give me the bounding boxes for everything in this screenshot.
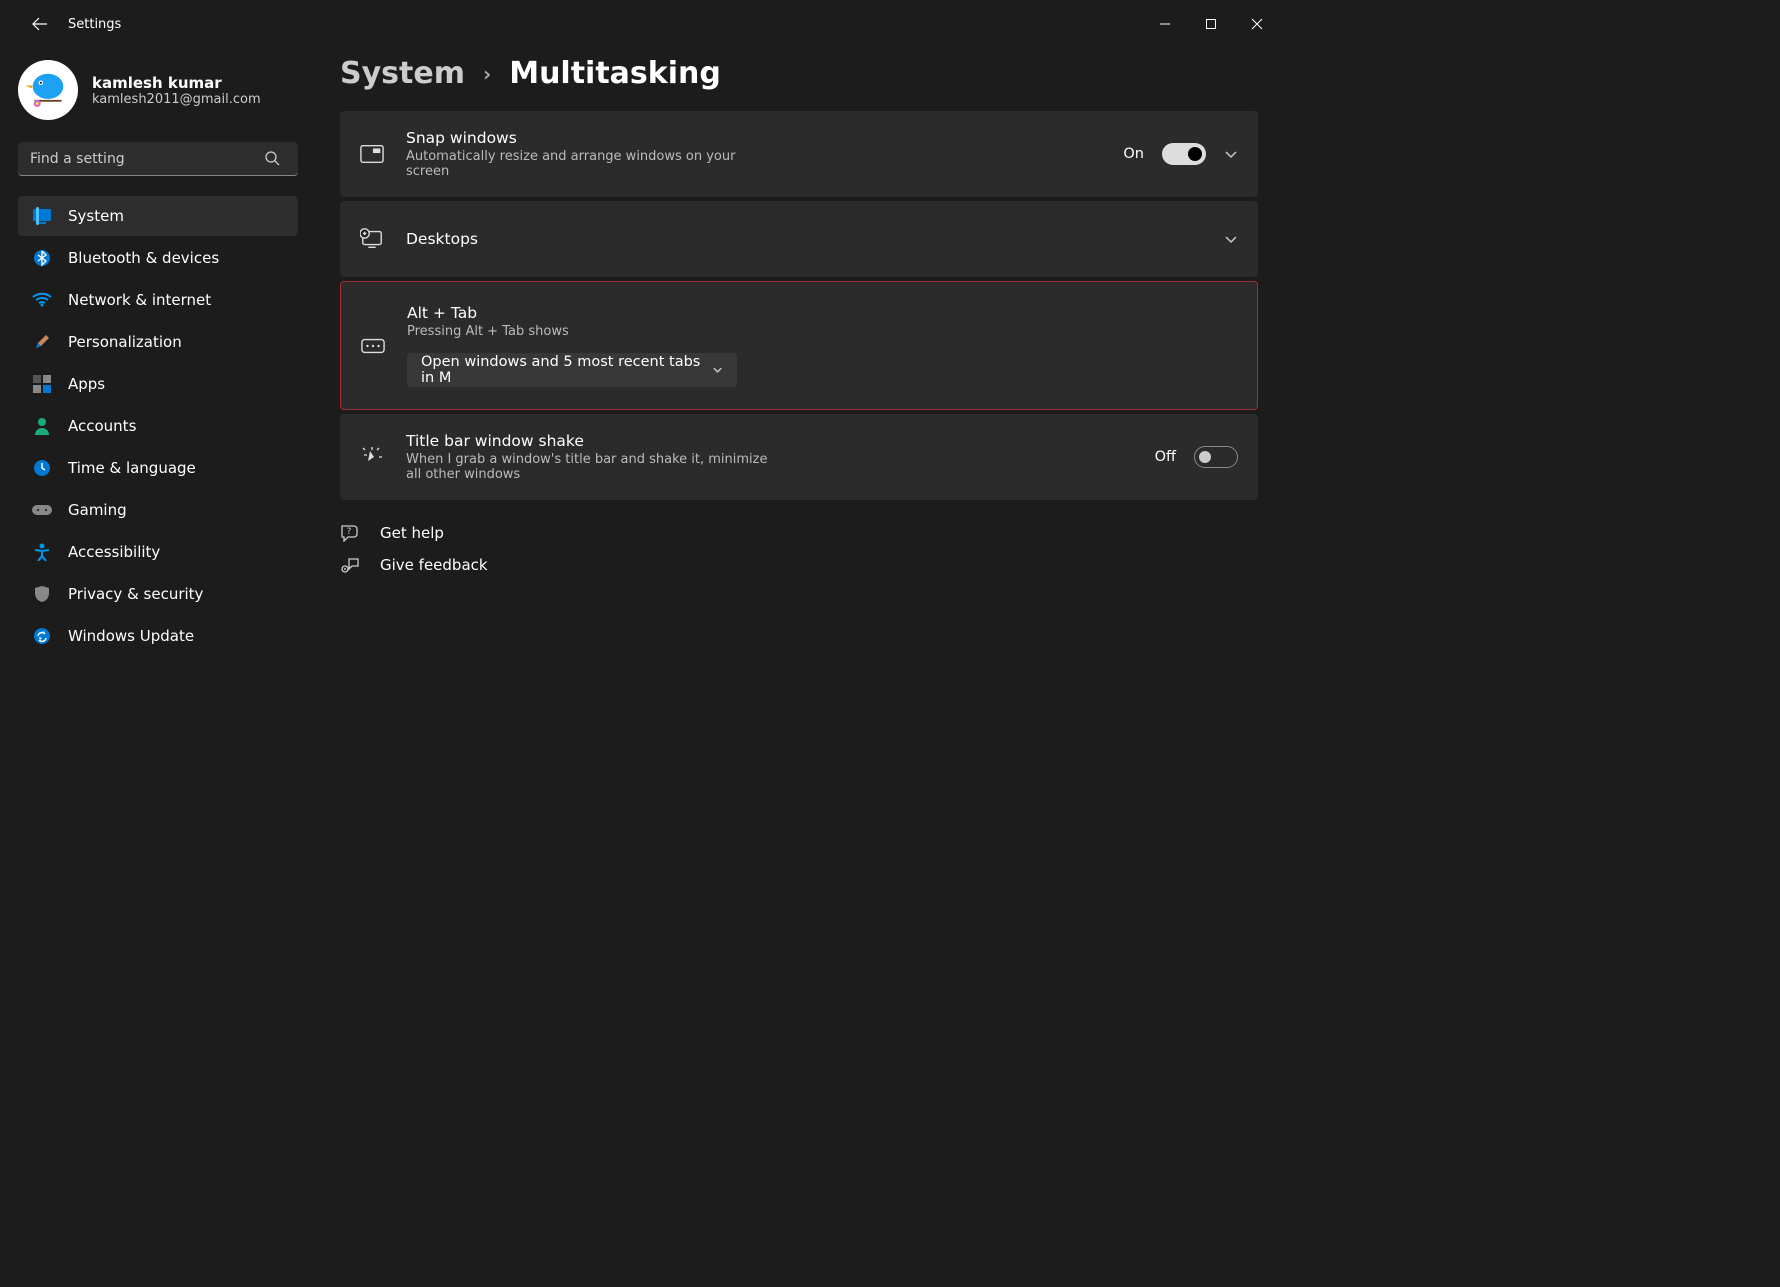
nav-label: Network & internet xyxy=(68,291,211,309)
alttab-icon xyxy=(361,334,385,358)
nav-label: Personalization xyxy=(68,333,182,351)
snap-windows-card[interactable]: Snap windows Automatically resize and ar… xyxy=(340,111,1258,197)
maximize-icon xyxy=(1205,18,1217,30)
title-shake-card[interactable]: Title bar window shake When I grab a win… xyxy=(340,414,1258,500)
snap-icon xyxy=(360,142,384,166)
search-box[interactable] xyxy=(18,142,298,176)
apps-icon xyxy=(32,374,52,394)
card-desc: Automatically resize and arrange windows… xyxy=(406,149,766,179)
app-title: Settings xyxy=(68,17,121,32)
nav-list: System Bluetooth & devices Network & int… xyxy=(18,196,298,656)
nav-label: Accessibility xyxy=(68,543,160,561)
display-icon xyxy=(32,206,52,226)
give-feedback-link[interactable]: Give feedback xyxy=(340,556,1258,574)
svg-text:?: ? xyxy=(347,527,352,537)
sidebar-item-bluetooth[interactable]: Bluetooth & devices xyxy=(18,238,298,278)
nav-label: Windows Update xyxy=(68,627,194,645)
sidebar-item-system[interactable]: System xyxy=(18,196,298,236)
nav-label: Time & language xyxy=(68,459,196,477)
alttab-select[interactable]: Open windows and 5 most recent tabs in M xyxy=(407,353,737,387)
nav-label: Apps xyxy=(68,375,105,393)
nav-label: Accounts xyxy=(68,417,136,435)
gamepad-icon xyxy=(32,500,52,520)
search-input[interactable] xyxy=(18,142,298,176)
bluetooth-icon xyxy=(32,248,52,268)
get-help-link[interactable]: ? Get help xyxy=(340,524,1258,542)
help-icon: ? xyxy=(340,524,360,542)
chevron-down-icon[interactable] xyxy=(1224,232,1238,246)
nav-label: Bluetooth & devices xyxy=(68,249,219,267)
shake-icon xyxy=(360,445,384,469)
select-value: Open windows and 5 most recent tabs in M xyxy=(421,354,712,386)
card-title: Alt + Tab xyxy=(407,304,1237,322)
sidebar-item-update[interactable]: Windows Update xyxy=(18,616,298,656)
card-title: Desktops xyxy=(406,230,1202,248)
feedback-icon xyxy=(340,556,360,574)
card-desc: Pressing Alt + Tab shows xyxy=(407,324,1237,339)
chevron-right-icon: › xyxy=(483,62,491,86)
link-label: Get help xyxy=(380,524,444,542)
desktops-card[interactable]: Desktops xyxy=(340,201,1258,277)
main-panel: System › Multitasking Snap windows Autom… xyxy=(310,48,1280,928)
wifi-icon xyxy=(32,290,52,310)
clock-icon xyxy=(32,458,52,478)
breadcrumb-current: Multitasking xyxy=(509,56,721,91)
card-title: Snap windows xyxy=(406,129,1101,147)
nav-label: Privacy & security xyxy=(68,585,203,603)
alt-tab-card[interactable]: Alt + Tab Pressing Alt + Tab shows Open … xyxy=(340,281,1258,410)
maximize-button[interactable] xyxy=(1188,8,1234,40)
minimize-icon xyxy=(1159,18,1171,30)
sidebar-item-gaming[interactable]: Gaming xyxy=(18,490,298,530)
sidebar-item-time[interactable]: Time & language xyxy=(18,448,298,488)
titlebar: Settings xyxy=(0,0,1280,48)
sidebar-item-accessibility[interactable]: Accessibility xyxy=(18,532,298,572)
desktops-icon xyxy=(360,227,384,251)
nav-label: System xyxy=(68,207,124,225)
breadcrumb: System › Multitasking xyxy=(340,56,1258,91)
card-title: Title bar window shake xyxy=(406,432,1133,450)
sidebar: kamlesh kumar kamlesh2011@gmail.com Syst… xyxy=(0,48,310,928)
nav-label: Gaming xyxy=(68,501,127,519)
back-button[interactable] xyxy=(20,4,60,44)
sidebar-item-network[interactable]: Network & internet xyxy=(18,280,298,320)
sidebar-item-accounts[interactable]: Accounts xyxy=(18,406,298,446)
chevron-down-icon xyxy=(712,364,723,376)
update-icon xyxy=(32,626,52,646)
card-desc: When I grab a window's title bar and sha… xyxy=(406,452,786,482)
profile-name: kamlesh kumar xyxy=(92,74,261,92)
breadcrumb-parent[interactable]: System xyxy=(340,56,465,91)
brush-icon xyxy=(32,332,52,352)
toggle-state-text: On xyxy=(1123,146,1144,162)
avatar xyxy=(18,60,78,120)
sidebar-item-privacy[interactable]: Privacy & security xyxy=(18,574,298,614)
snap-toggle[interactable] xyxy=(1162,143,1206,165)
sidebar-item-personalization[interactable]: Personalization xyxy=(18,322,298,362)
shake-toggle[interactable] xyxy=(1194,446,1238,468)
close-icon xyxy=(1251,18,1263,30)
minimize-button[interactable] xyxy=(1142,8,1188,40)
chevron-down-icon[interactable] xyxy=(1224,147,1238,161)
arrow-left-icon xyxy=(32,16,48,32)
profile-block[interactable]: kamlesh kumar kamlesh2011@gmail.com xyxy=(18,60,298,142)
person-icon xyxy=(32,416,52,436)
close-button[interactable] xyxy=(1234,8,1280,40)
search-icon xyxy=(264,150,280,170)
toggle-state-text: Off xyxy=(1155,449,1176,465)
accessibility-icon xyxy=(32,542,52,562)
link-label: Give feedback xyxy=(380,556,488,574)
shield-icon xyxy=(32,584,52,604)
sidebar-item-apps[interactable]: Apps xyxy=(18,364,298,404)
profile-email: kamlesh2011@gmail.com xyxy=(92,92,261,107)
